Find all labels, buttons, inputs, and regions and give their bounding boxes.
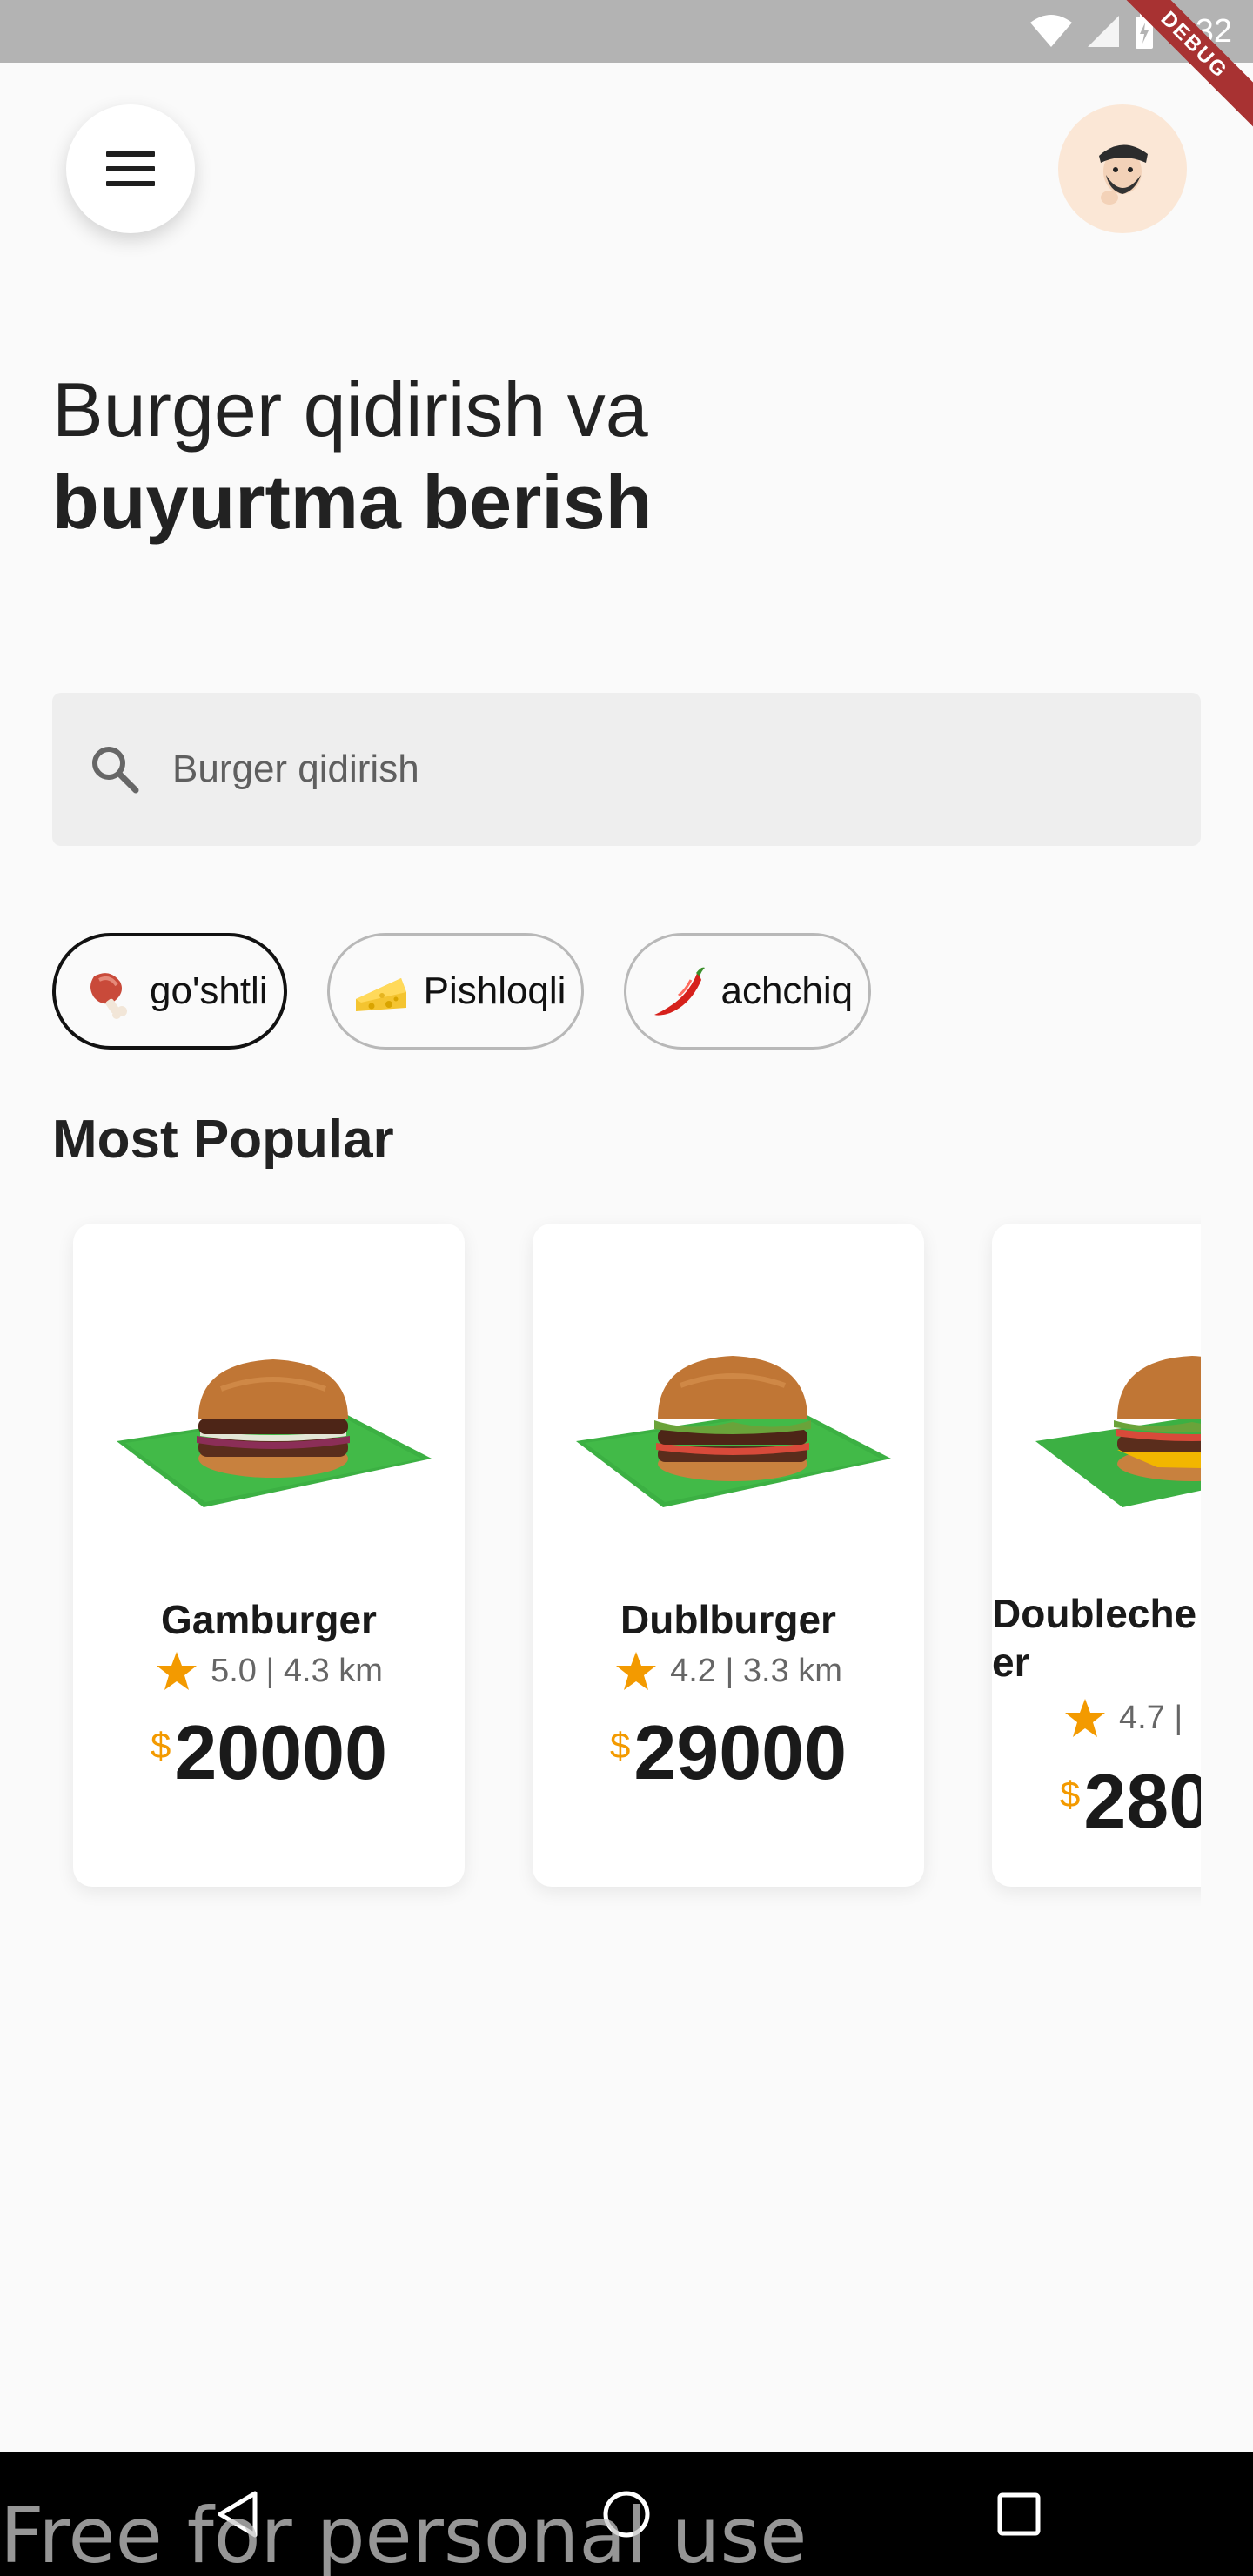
- price-amount: 280: [1083, 1758, 1201, 1844]
- popular-carousel[interactable]: Gamburger 5.0 | 4.3 km $ 20000 Dublburge…: [52, 1201, 1201, 1915]
- burger-image: [1035, 1356, 1201, 1507]
- chip-label: Pishloqli: [423, 969, 566, 1012]
- burger-image: [576, 1356, 891, 1507]
- star-icon: [1065, 1699, 1105, 1737]
- chip-pishloqli[interactable]: Pishloqli: [326, 933, 585, 1050]
- product-rating-distance: 5.0 | 4.3 km: [211, 1652, 383, 1689]
- currency-symbol: $: [150, 1725, 171, 1766]
- search-input[interactable]: [172, 748, 1129, 791]
- chip-label: achchiq: [720, 969, 854, 1012]
- product-name: Gamburger: [161, 1597, 377, 1642]
- chili-pepper-icon: [654, 967, 706, 1016]
- product-meta: 4.7 |: [992, 1697, 1201, 1739]
- burger-image: [117, 1359, 432, 1507]
- watermark-text: Free for personal use: [0, 2491, 807, 2576]
- star-icon: [157, 1652, 198, 1690]
- currency-symbol: $: [1060, 1774, 1081, 1815]
- menu-button[interactable]: [66, 104, 195, 233]
- wifi-icon: [1030, 15, 1073, 47]
- meat-icon: [90, 973, 127, 1019]
- recents-square-icon: [997, 2492, 1041, 2536]
- category-chips: go'shtli Pishloqli achchiq: [52, 933, 872, 1050]
- product-meta: 4.2 | 3.3 km: [533, 1650, 924, 1692]
- product-name: Dublburger: [620, 1597, 836, 1642]
- nav-recents-button[interactable]: [988, 2484, 1049, 2545]
- page-title-line2: buyurtma berish: [52, 459, 653, 545]
- chip-achchiq[interactable]: achchiq: [624, 933, 872, 1050]
- price-amount: 20000: [174, 1709, 388, 1795]
- price-amount: 29000: [633, 1709, 848, 1795]
- star-icon: [616, 1652, 657, 1690]
- chip-goshtli[interactable]: go'shtli: [52, 933, 287, 1050]
- search-bar[interactable]: [52, 693, 1201, 846]
- page-title: Burger qidirish va buyurtma berish: [52, 364, 1183, 548]
- product-card[interactable]: Doubleche er 4.7 | $ 280: [992, 1224, 1201, 1887]
- product-card[interactable]: Dublburger 4.2 | 3.3 km $ 29000: [533, 1224, 924, 1887]
- product-rating-distance: 4.7 |: [1119, 1699, 1183, 1736]
- page-title-line1: Burger qidirish va: [52, 366, 648, 453]
- product-price: $ 29000: [533, 1707, 924, 1798]
- product-price: $ 280: [992, 1756, 1201, 1847]
- cell-signal-icon: [1088, 16, 1120, 47]
- cheese-icon: [355, 978, 406, 1011]
- product-price: $ 20000: [73, 1707, 465, 1798]
- product-name: Doubleche er: [992, 1591, 1197, 1685]
- chip-label: go'shtli: [150, 969, 268, 1012]
- status-bar: 5:32 DEBUG: [0, 0, 1253, 137]
- profile-avatar-icon: [1099, 144, 1148, 205]
- product-card[interactable]: Gamburger 5.0 | 4.3 km $ 20000: [73, 1224, 465, 1887]
- hamburger-menu-icon: [106, 151, 155, 186]
- product-rating-distance: 4.2 | 3.3 km: [670, 1652, 842, 1689]
- avatar[interactable]: [1058, 104, 1187, 233]
- product-meta: 5.0 | 4.3 km: [73, 1650, 465, 1692]
- search-icon: [92, 747, 139, 794]
- section-title: Most Popular: [52, 1110, 394, 1170]
- currency-symbol: $: [609, 1725, 631, 1766]
